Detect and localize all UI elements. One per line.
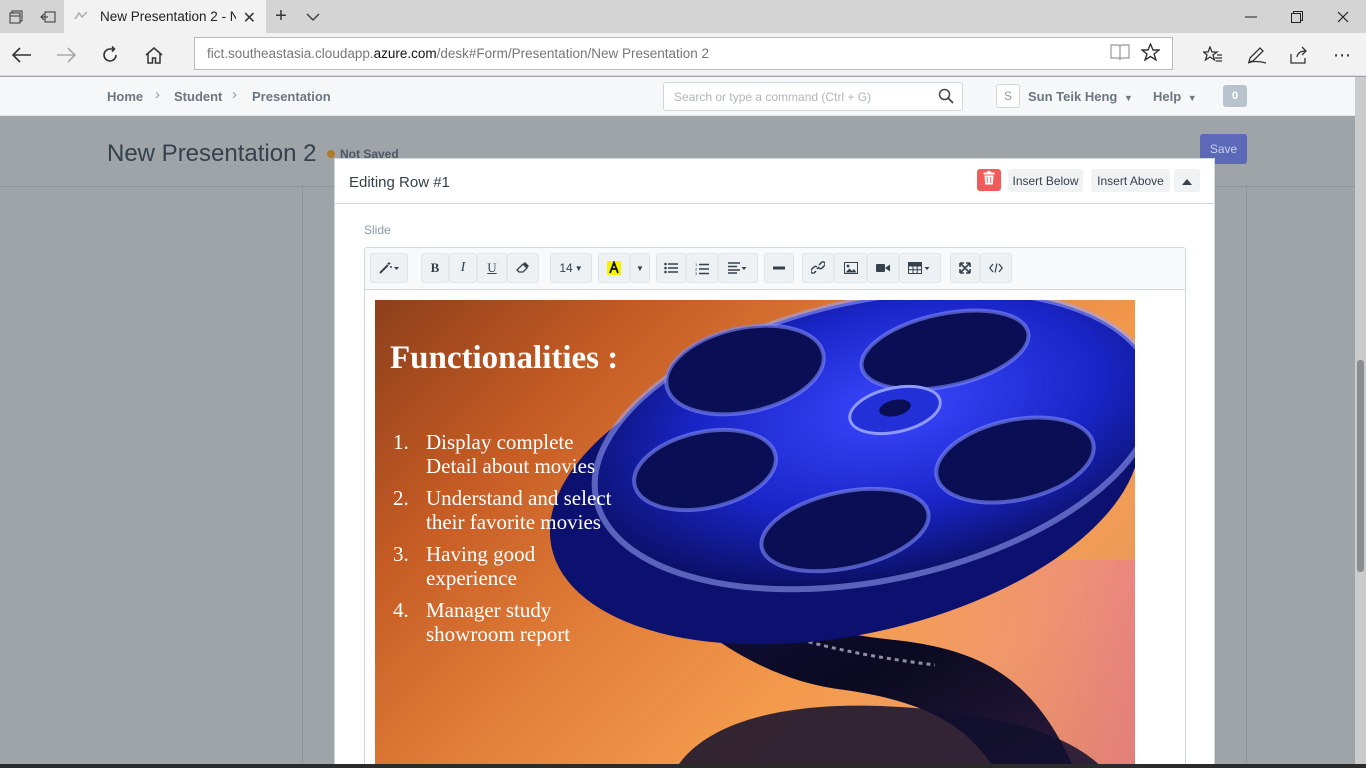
magic-wand-icon — [379, 262, 399, 274]
scrollbar-thumb[interactable] — [1357, 360, 1364, 572]
list-number: 4. — [393, 598, 409, 622]
list-item: 1. Display complete Detail about movies — [393, 430, 623, 478]
status-dot-icon — [327, 150, 335, 158]
avatar[interactable]: S — [996, 84, 1020, 108]
image-icon[interactable] — [834, 253, 867, 283]
notification-badge[interactable]: 0 — [1223, 85, 1247, 107]
panel-header: Editing Row #1 Insert Below Insert Above — [335, 159, 1214, 204]
list-item-text: Display complete Detail about movies — [426, 430, 596, 478]
taskbar-edge — [0, 764, 1366, 768]
forward-icon[interactable] — [46, 37, 86, 73]
italic-icon[interactable]: I — [449, 253, 477, 283]
tab-favicon-icon — [74, 9, 88, 24]
paragraph-align-dropdown[interactable] — [718, 253, 758, 283]
breadcrumb-presentation[interactable]: Presentation — [252, 89, 331, 104]
insert-above-button[interactable]: Insert Above — [1091, 169, 1170, 192]
reading-view-icon[interactable] — [1110, 43, 1130, 66]
underline-icon[interactable]: U — [477, 253, 507, 283]
slide-list: 1. Display complete Detail about movies … — [393, 430, 623, 654]
breadcrumb-student[interactable]: Student — [174, 89, 222, 104]
url-domain: azure.com — [373, 46, 437, 61]
web-note-pen-icon[interactable] — [1237, 37, 1277, 73]
unordered-list-icon[interactable] — [656, 253, 686, 283]
breadcrumb-chevron-icon: › — [155, 86, 160, 103]
list-number: 1. — [393, 430, 409, 454]
browser-nav-bar: fict.southeastasia.cloudapp. azure.com/de… — [0, 33, 1366, 76]
list-item: 4. Manager study showroom report — [393, 598, 623, 646]
caret-down-icon: ▼ — [636, 263, 644, 273]
browser-tab-bar: New Presentation 2 - N ✕ + — [0, 0, 1366, 33]
style-button[interactable] — [370, 253, 408, 283]
bold-icon[interactable]: B — [421, 253, 449, 283]
favorites-hub-icon[interactable] — [1193, 37, 1233, 73]
share-icon[interactable] — [1279, 37, 1319, 73]
ordered-list-icon[interactable]: 123 — [686, 253, 718, 283]
tab-close-icon[interactable]: ✕ — [243, 8, 256, 28]
list-item: 2. Understand and select their favorite … — [393, 486, 623, 534]
favorite-star-icon[interactable] — [1140, 42, 1161, 66]
caret-down-icon: ▼ — [1123, 93, 1133, 103]
slide-image: Functionalities : 1. Display complete De… — [375, 300, 1135, 768]
more-options-icon[interactable]: ⋯ — [1323, 37, 1363, 73]
eraser-icon[interactable] — [507, 253, 539, 283]
search-placeholder: Search or type a command (Ctrl + G) — [674, 90, 872, 104]
font-size-dropdown[interactable]: 14 ▼ — [550, 253, 592, 283]
code-view-icon[interactable] — [980, 253, 1012, 283]
search-input[interactable]: Search or type a command (Ctrl + G) — [663, 82, 963, 111]
collapse-button[interactable] — [1174, 169, 1200, 192]
list-number: 2. — [393, 486, 409, 510]
font-size-value: 14 — [559, 261, 573, 275]
caret-up-icon — [1182, 172, 1192, 190]
user-name: Sun Teik Heng — [1028, 89, 1118, 104]
help-label: Help — [1153, 89, 1182, 104]
active-tab[interactable]: New Presentation 2 - N ✕ — [64, 0, 266, 33]
home-icon[interactable] — [134, 37, 174, 73]
svg-text:3: 3 — [695, 271, 698, 275]
fullscreen-icon[interactable] — [950, 253, 980, 283]
breadcrumb-home[interactable]: Home — [107, 89, 143, 104]
slide-field-label: Slide — [364, 223, 391, 237]
tab-title: New Presentation 2 - N — [100, 9, 236, 24]
url-path: /desk#Form/Presentation/New Presentation… — [436, 46, 710, 61]
table-dropdown[interactable] — [899, 253, 941, 283]
set-tabs-aside-icon[interactable] — [36, 0, 60, 33]
slide-title: Functionalities : — [390, 340, 619, 376]
search-icon[interactable] — [938, 88, 954, 104]
link-icon[interactable] — [802, 253, 834, 283]
font-color-icon[interactable] — [598, 253, 630, 283]
caret-down-icon: ▼ — [574, 263, 583, 273]
video-icon[interactable] — [867, 253, 899, 283]
list-item: 3. Having good experience — [393, 542, 623, 590]
editor-toolbar: B I U 14 ▼ ▼ 123 — [365, 248, 1185, 290]
page-title: New Presentation 2 — [107, 140, 317, 167]
refresh-icon[interactable] — [90, 37, 130, 73]
list-item-text: Understand and select their favorite mov… — [426, 486, 612, 534]
panel-title: Editing Row #1 — [349, 174, 450, 191]
horizontal-rule-icon[interactable] — [764, 253, 794, 283]
tab-preview-chevron-icon[interactable] — [302, 0, 324, 33]
url-prefix: fict.southeastasia.cloudapp. — [207, 46, 374, 61]
caret-down-icon: ▼ — [1187, 93, 1197, 103]
list-item-text: Manager study showroom report — [426, 598, 571, 646]
list-item-text: Having good experience — [426, 542, 536, 590]
tab-list-icon[interactable] — [4, 0, 28, 33]
minimize-icon[interactable] — [1228, 0, 1274, 33]
user-menu[interactable]: Sun Teik Heng ▼ — [1028, 89, 1133, 104]
delete-row-button[interactable] — [977, 169, 1001, 191]
new-tab-icon[interactable]: + — [270, 0, 292, 33]
address-bar[interactable]: fict.southeastasia.cloudapp. azure.com/de… — [194, 37, 1173, 70]
rich-text-editor: B I U 14 ▼ ▼ 123 Functionalities: 1. Di… — [364, 247, 1186, 768]
font-color-dropdown[interactable]: ▼ — [630, 253, 650, 283]
list-number: 3. — [393, 542, 409, 566]
restore-icon[interactable] — [1274, 0, 1320, 33]
breadcrumb-chevron-icon: › — [232, 86, 237, 103]
close-window-icon[interactable] — [1320, 0, 1366, 33]
back-icon[interactable] — [2, 37, 42, 73]
editing-row-panel: Editing Row #1 Insert Below Insert Above… — [334, 158, 1215, 768]
help-menu[interactable]: Help ▼ — [1153, 89, 1197, 104]
insert-below-button[interactable]: Insert Below — [1008, 169, 1083, 192]
trash-icon — [983, 170, 995, 190]
